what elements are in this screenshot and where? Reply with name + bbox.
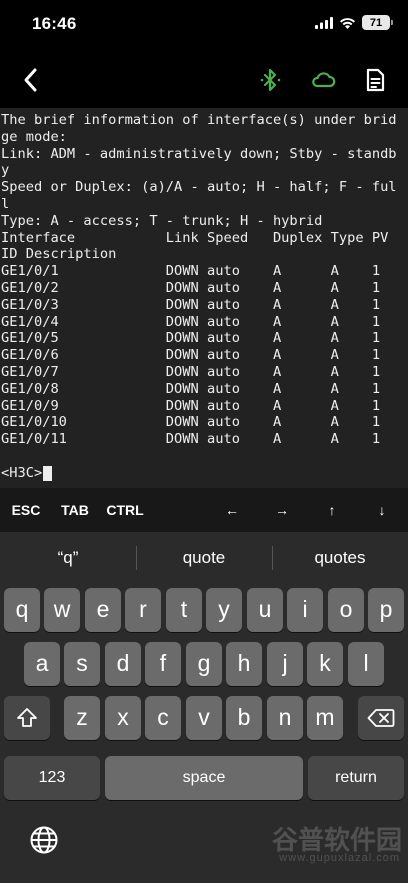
key-l[interactable]: l (348, 642, 384, 686)
terminal-line: ge mode: (1, 128, 67, 145)
key-j[interactable]: j (267, 642, 303, 686)
terminal-line: y (1, 162, 10, 179)
globe-icon (30, 826, 58, 854)
terminal-line: Type: A - access; T - trunk; H - hybrid (1, 212, 323, 229)
key-f[interactable]: f (145, 642, 181, 686)
nav-bar (0, 52, 408, 108)
key-n[interactable]: n (267, 696, 303, 740)
suggestion-item[interactable]: quotes (272, 532, 408, 584)
wifi-icon (340, 17, 355, 29)
key-i[interactable]: i (287, 588, 323, 632)
esc-key[interactable]: ESC (4, 488, 48, 532)
terminal-output[interactable]: The brief information of interface(s) un… (0, 108, 408, 488)
key-g[interactable]: g (186, 642, 222, 686)
key-o[interactable]: o (328, 588, 364, 632)
arrow-down-key[interactable]: ↓ (364, 488, 400, 532)
key-q[interactable]: q (4, 588, 40, 632)
battery-indicator: 71 (362, 15, 393, 30)
status-icons: 71 (315, 15, 393, 30)
bluetooth-icon (260, 68, 281, 92)
numbers-key[interactable]: 123 (4, 756, 100, 800)
key-t[interactable]: t (166, 588, 202, 632)
document-icon (366, 68, 385, 92)
globe-button[interactable] (28, 824, 60, 856)
terminal-line: GE1/0/10 DOWN auto A A 1 (1, 414, 381, 431)
ctrl-key[interactable]: CTRL (102, 488, 148, 532)
nav-actions (258, 66, 388, 94)
key-r[interactable]: r (125, 588, 161, 632)
key-c[interactable]: c (145, 696, 181, 740)
key-b[interactable]: b (226, 696, 262, 740)
key-m[interactable]: m (307, 696, 343, 740)
key-u[interactable]: u (247, 588, 283, 632)
chevron-left-icon (24, 68, 37, 92)
shift-icon (17, 708, 37, 727)
terminal-key-toolbar: ESC TAB CTRL ← → ↑ ↓ (0, 488, 408, 532)
suggestion-bar: “q” quote quotes (0, 532, 408, 584)
key-k[interactable]: k (307, 642, 343, 686)
terminal-line: Interface Link Speed Duplex Type PV (1, 229, 389, 246)
terminal-line: GE1/0/6 DOWN auto A A 1 (1, 347, 381, 364)
terminal-line: GE1/0/3 DOWN auto A A 1 (1, 296, 381, 313)
shift-key[interactable] (4, 696, 50, 740)
status-bar: 16:46 71 (0, 0, 408, 52)
suggestion-item[interactable]: quote (136, 532, 272, 584)
terminal-line: GE1/0/9 DOWN auto A A 1 (1, 397, 381, 414)
tab-key[interactable]: TAB (54, 488, 96, 532)
key-y[interactable]: y (206, 588, 242, 632)
delete-key[interactable] (358, 696, 404, 740)
key-s[interactable]: s (64, 642, 100, 686)
terminal-line: GE1/0/4 DOWN auto A A 1 (1, 313, 381, 330)
key-x[interactable]: x (105, 696, 141, 740)
bluetooth-button[interactable] (258, 66, 284, 94)
arrow-left-key[interactable]: ← (214, 488, 250, 532)
terminal-line: Link: ADM - administratively down; Stby … (1, 145, 397, 162)
terminal-cursor (43, 465, 53, 481)
key-h[interactable]: h (226, 642, 262, 686)
terminal-line: l (1, 195, 10, 212)
delete-icon (367, 709, 395, 727)
key-a[interactable]: a (24, 642, 60, 686)
key-v[interactable]: v (186, 696, 222, 740)
terminal-line: GE1/0/2 DOWN auto A A 1 (1, 279, 381, 296)
terminal-line: GE1/0/1 DOWN auto A A 1 (1, 263, 381, 280)
return-key[interactable]: return (308, 756, 404, 800)
battery-level: 71 (369, 16, 383, 29)
cloud-button[interactable] (310, 66, 336, 94)
terminal-prompt-line[interactable]: <H3C> (1, 465, 408, 482)
key-w[interactable]: w (44, 588, 80, 632)
key-p[interactable]: p (368, 588, 404, 632)
document-button[interactable] (362, 66, 388, 94)
terminal-line: The brief information of interface(s) un… (1, 112, 397, 128)
watermark-url: www.gupuxlazal.com (279, 852, 400, 864)
terminal-line: GE1/0/5 DOWN auto A A 1 (1, 330, 381, 347)
key-e[interactable]: e (85, 588, 121, 632)
suggestion-item[interactable]: “q” (0, 532, 136, 584)
key-z[interactable]: z (64, 696, 100, 740)
terminal-prompt: <H3C> (1, 464, 43, 481)
arrow-right-key[interactable]: → (264, 488, 300, 532)
terminal-line: GE1/0/11 DOWN auto A A 1 (1, 431, 381, 448)
status-time: 16:46 (32, 14, 77, 33)
cloud-icon (312, 72, 336, 88)
keyboard: “q” quote quotes q w e r t y u i o p a s… (0, 532, 408, 883)
signal-icon (315, 16, 333, 29)
space-key[interactable]: space (105, 756, 303, 800)
key-d[interactable]: d (105, 642, 141, 686)
terminal-lines: The brief information of interface(s) un… (1, 112, 408, 448)
terminal-line: GE1/0/8 DOWN auto A A 1 (1, 380, 381, 397)
arrow-up-key[interactable]: ↑ (314, 488, 350, 532)
terminal-line: ID Description (1, 246, 117, 263)
back-button[interactable] (18, 66, 44, 94)
terminal-line: GE1/0/7 DOWN auto A A 1 (1, 363, 381, 380)
terminal-line: Speed or Duplex: (a)/A - auto; H - half;… (1, 179, 397, 196)
